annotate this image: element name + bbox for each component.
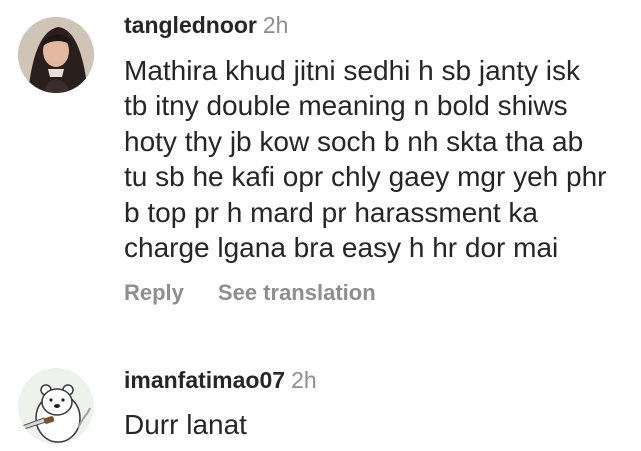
comment-actions: Reply See translation [124, 279, 376, 307]
comment-item: tanglednoor 2h Mathira khud jitni sedhi h… [0, 0, 641, 320]
comment-line: tu sb he kafi opr chly gaey mgr yeh phr [124, 161, 607, 192]
avatar[interactable] [18, 17, 94, 93]
comment-meta: imanfatimao07 2h [124, 366, 317, 394]
comment-line: Mathira khud jitni sedhi h sb janty isk [124, 55, 580, 86]
timestamp: 2h [291, 367, 317, 393]
comment-line: b top pr h mard pr harassment ka [124, 197, 538, 228]
comment-line: tb itny double meaning n bold shiws [124, 90, 568, 121]
comment-line: hoty thy jb kow soch b nh skta tha ab [124, 126, 584, 157]
username[interactable]: imanfatimao07 [124, 367, 285, 393]
comment-line: charge lgana bra easy h hr dor mai [124, 232, 559, 263]
comment-line: Durr lanat [124, 409, 247, 440]
username[interactable]: tanglednoor [124, 12, 257, 38]
timestamp: 2h [262, 12, 289, 38]
comment-meta: tanglednoor 2h [124, 11, 288, 39]
reply-button[interactable]: Reply [124, 280, 184, 305]
see-translation-button[interactable]: See translation [218, 280, 376, 305]
avatar[interactable] [18, 368, 94, 444]
comment-item: imanfatimao07 2h Durr lanat [0, 355, 641, 451]
